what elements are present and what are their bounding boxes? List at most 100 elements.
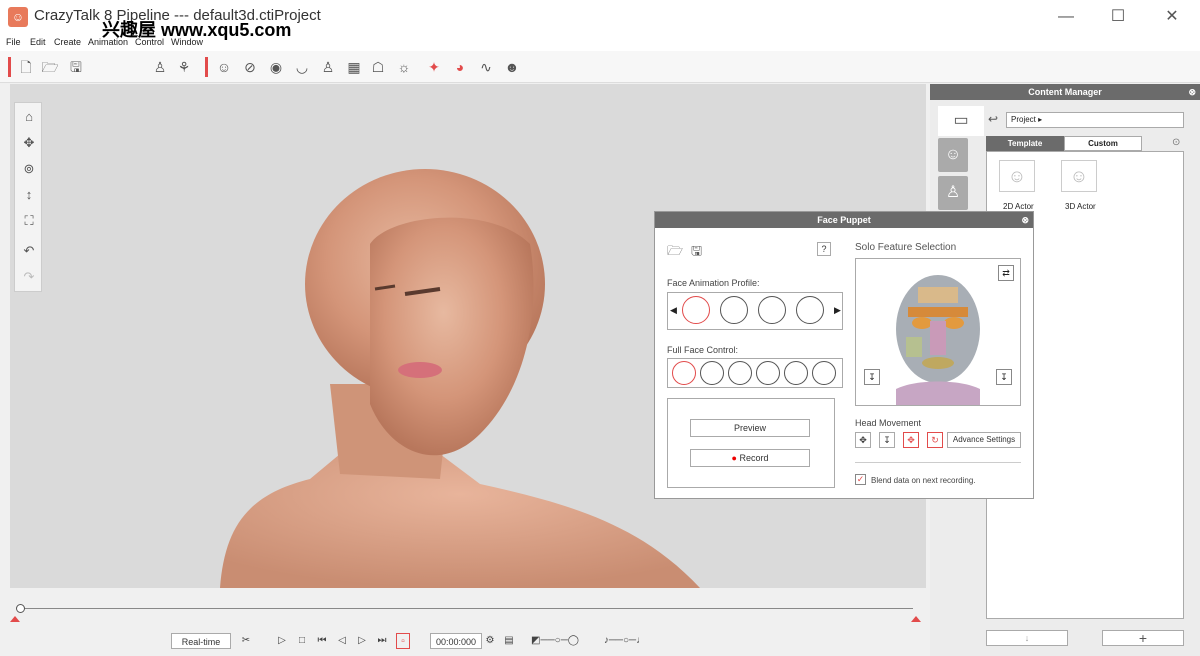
texture-icon[interactable]: ▦ <box>344 57 364 77</box>
download-icon[interactable]: ↓ <box>986 630 1068 646</box>
minimize-button[interactable]: — <box>1052 5 1080 29</box>
panel-close-icon[interactable]: ⊗ <box>1188 84 1196 100</box>
menu-create[interactable]: Create <box>54 37 81 47</box>
3d-actor-folder-icon[interactable]: ☺ <box>1061 160 1097 192</box>
menu-edit[interactable]: Edit <box>30 37 46 47</box>
zoom-icon[interactable]: ↕ <box>19 185 39 205</box>
film-icon[interactable]: ▤ <box>503 633 515 649</box>
new-file-icon[interactable]: 🗋 <box>16 57 36 77</box>
back-icon[interactable]: ↩ <box>988 112 998 126</box>
undo-icon[interactable]: ↶ <box>19 241 39 261</box>
background-icon[interactable]: ☼ <box>394 57 414 77</box>
scene-icon[interactable]: ⚘ <box>174 57 194 77</box>
end-marker-icon[interactable] <box>911 616 921 622</box>
start-marker-icon[interactable] <box>10 616 20 622</box>
mask-icon[interactable]: ☖ <box>368 57 388 77</box>
first-frame-icon[interactable]: ⏮ <box>314 633 330 649</box>
item-2d-actor[interactable]: 2D Actor <box>1003 202 1034 211</box>
content-manager-title: Content Manager <box>1028 87 1102 97</box>
menu-file[interactable]: File <box>6 37 21 47</box>
preview-button[interactable]: Preview <box>690 419 810 437</box>
prev-frame-icon[interactable]: ◁ <box>334 633 350 649</box>
2d-actor-folder-icon[interactable]: ☺ <box>999 160 1035 192</box>
rotate-head-icon[interactable]: ↻ <box>927 432 943 448</box>
last-frame-icon[interactable]: ⏭ <box>374 633 390 649</box>
open-icon[interactable]: 🗁 <box>667 242 683 264</box>
face-puppet-icon[interactable]: ✦ <box>424 57 444 77</box>
fit-view-icon[interactable]: ⛶ <box>19 211 39 231</box>
timeline-track[interactable] <box>18 608 913 609</box>
eye-icon[interactable]: ◉ <box>266 57 286 77</box>
watermark: 兴趣屋 www.xqu5.com <box>102 20 292 40</box>
toolbar: 🗋 🗁 🖫 ♙ ⚘ ☺ ⊘ ◉ ◡ ♙ ▦ ☖ ☼ ✦ ◕ ∿ ☻ <box>0 51 1200 83</box>
tab-custom[interactable]: Custom <box>1064 136 1142 151</box>
speed-slider[interactable]: ◩──○─◯ <box>530 633 580 649</box>
head-orient-icon[interactable]: ⊘ <box>240 57 260 77</box>
realtime-button[interactable]: Real-time <box>171 633 231 649</box>
turn-icon[interactable]: ✥ <box>903 432 919 448</box>
folder-tab-icon[interactable]: ▭ <box>938 106 984 136</box>
playhead[interactable] <box>16 604 25 613</box>
mouth-icon[interactable]: ◡ <box>292 57 312 77</box>
prev-arrow-icon[interactable]: ◀ <box>670 305 677 316</box>
full-face-option[interactable] <box>672 361 696 385</box>
maximize-button[interactable]: ☐ <box>1104 5 1132 29</box>
add-icon[interactable]: + <box>1102 630 1184 646</box>
motion-tab-icon[interactable]: ♙ <box>938 176 968 210</box>
advance-settings-button[interactable]: Advance Settings <box>947 432 1021 448</box>
audio-icon[interactable]: ∿ <box>476 57 496 77</box>
volume-slider[interactable]: ♪──○─♩ <box>600 633 650 649</box>
path-field[interactable]: Project ▸ <box>1006 112 1184 128</box>
toolbar-separator <box>8 57 11 77</box>
full-face-option[interactable] <box>700 361 724 385</box>
home-icon[interactable]: ⌂ <box>19 107 39 127</box>
full-face-label: Full Face Control: <box>667 345 739 355</box>
help-button[interactable]: ? <box>817 242 831 256</box>
blend-checkbox[interactable]: ✓ <box>855 474 866 485</box>
full-face-option[interactable] <box>728 361 752 385</box>
pin-right-icon[interactable]: ↧ <box>996 369 1012 385</box>
actor-icon[interactable]: ♙ <box>150 57 170 77</box>
pin-left-icon[interactable]: ↧ <box>864 369 880 385</box>
full-face-option[interactable] <box>756 361 780 385</box>
profile-face-male[interactable] <box>682 296 710 324</box>
loop-icon[interactable]: ▫ <box>396 633 410 649</box>
record-button[interactable]: ● Record <box>690 449 810 467</box>
toolbar-separator <box>205 57 208 77</box>
play-icon[interactable]: ▷ <box>274 633 290 649</box>
next-arrow-icon[interactable]: ▶ <box>834 305 841 316</box>
actor-tab-icon[interactable]: ☺ <box>938 138 968 172</box>
view-tools: ⌂ ✥ ⊚ ↕ ⛶ ↶ ↷ <box>14 102 42 292</box>
panel-close-icon[interactable]: ⊗ <box>1021 212 1029 228</box>
profile-face-spiky[interactable] <box>796 296 824 324</box>
blend-label: Blend data on next recording. <box>871 476 976 485</box>
timecode-field[interactable]: 00:00:000 <box>430 633 482 649</box>
open-folder-icon[interactable]: 🗁 <box>40 57 60 77</box>
auto-motion-icon[interactable]: ☻ <box>502 57 522 77</box>
mirror-icon[interactable]: ⇄ <box>998 265 1014 281</box>
save-icon[interactable]: 🖫 <box>691 242 702 264</box>
face-key-icon[interactable]: ◕ <box>450 57 470 77</box>
profile-face-bald[interactable] <box>758 296 786 324</box>
options-icon[interactable]: ⊙ <box>1172 137 1180 148</box>
profile-face-female[interactable] <box>720 296 748 324</box>
settings-icon[interactable]: ⚙ <box>484 633 496 649</box>
solo-feature-view[interactable]: ⇄ ↧ ↧ <box>855 258 1021 406</box>
pan-icon[interactable]: ✥ <box>19 133 39 153</box>
profile-label: Face Animation Profile: <box>667 278 760 288</box>
redo-icon[interactable]: ↷ <box>19 267 39 287</box>
audio-scrub-icon[interactable]: ✂ <box>238 633 254 649</box>
close-button[interactable]: ✕ <box>1158 5 1186 29</box>
save-icon[interactable]: 🖫 <box>66 57 86 77</box>
full-face-option[interactable] <box>784 361 808 385</box>
full-face-option[interactable] <box>812 361 836 385</box>
stop-icon[interactable]: □ <box>294 633 310 649</box>
body-icon[interactable]: ♙ <box>318 57 338 77</box>
face-fitting-icon[interactable]: ☺ <box>214 57 234 77</box>
next-frame-icon[interactable]: ▷ <box>354 633 370 649</box>
item-3d-actor[interactable]: 3D Actor <box>1065 202 1096 211</box>
move-icon[interactable]: ✥ <box>855 432 871 448</box>
tilt-icon[interactable]: ↧ <box>879 432 895 448</box>
tab-template[interactable]: Template <box>986 136 1064 151</box>
rotate-icon[interactable]: ⊚ <box>19 159 39 179</box>
